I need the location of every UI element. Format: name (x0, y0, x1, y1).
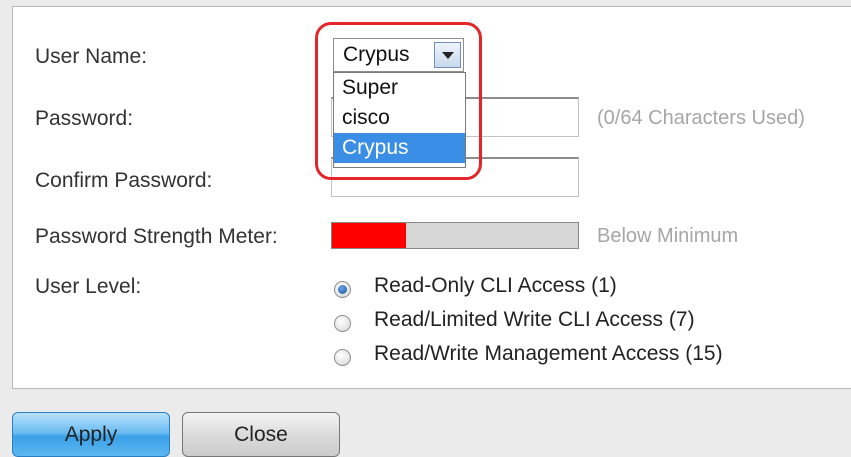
apply-button[interactable]: Apply (12, 412, 170, 457)
radio-read-only[interactable] (334, 281, 351, 298)
password-strength-meter (331, 222, 579, 249)
password-strength-text: Below Minimum (597, 225, 739, 247)
password-strength-fill (332, 223, 406, 248)
close-button[interactable]: Close (182, 412, 340, 457)
password-character-count: (0/64 Characters Used) (597, 107, 805, 129)
user-level-label: User Level: (35, 275, 142, 298)
radio-limited-write[interactable] (334, 315, 351, 332)
user-name-label: User Name: (35, 45, 148, 68)
dropdown-highlight-outline (315, 22, 482, 180)
confirm-password-label: Confirm Password: (35, 169, 213, 192)
password-label: Password: (35, 107, 134, 130)
password-strength-label: Password Strength Meter: (35, 225, 278, 248)
radio-read-only-label[interactable]: Read-Only CLI Access (1) (374, 274, 617, 298)
radio-read-write[interactable] (334, 349, 351, 366)
radio-read-write-label[interactable]: Read/Write Management Access (15) (374, 342, 723, 366)
radio-limited-write-label[interactable]: Read/Limited Write CLI Access (7) (374, 308, 695, 332)
